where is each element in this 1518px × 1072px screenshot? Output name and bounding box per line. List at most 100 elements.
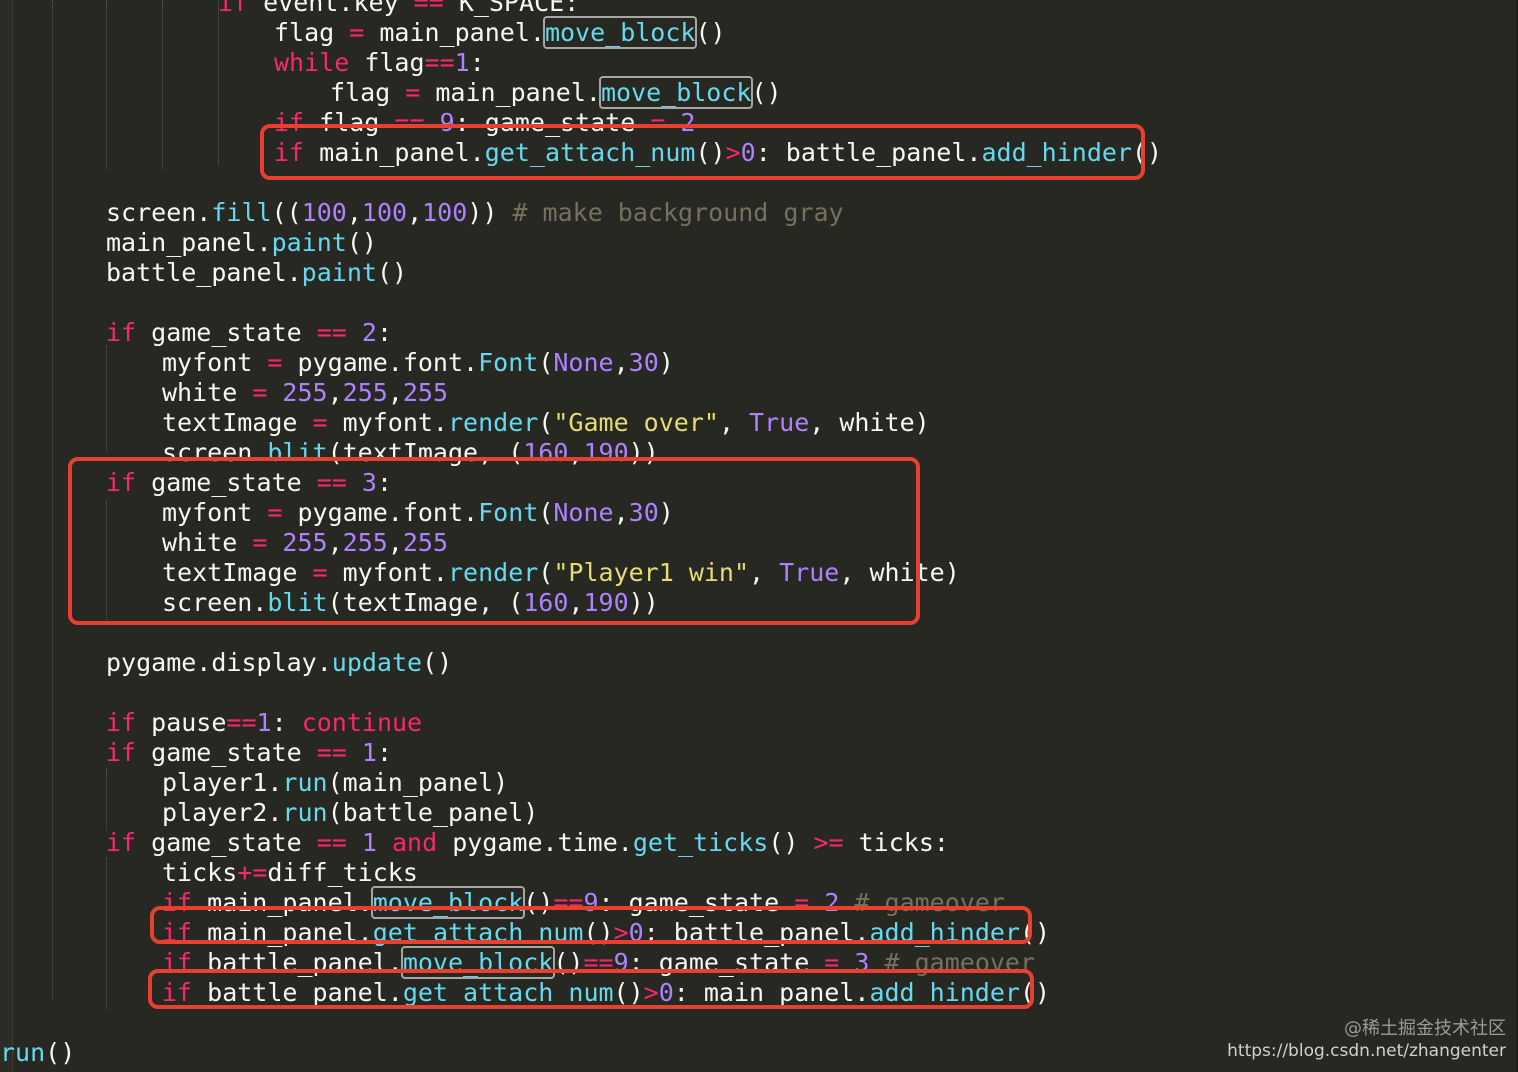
code-token: pause: [151, 708, 227, 737]
code-token: True: [749, 408, 810, 437]
code-token: event.key: [263, 0, 414, 17]
code-token: ,: [613, 348, 629, 377]
code-token: if: [106, 318, 152, 347]
code-line[interactable]: myfont = pygame.font.Font(None,30): [162, 348, 674, 378]
code-token: main_panel.: [435, 78, 601, 107]
code-line[interactable]: if game_state == 1:: [106, 738, 392, 768]
code-line[interactable]: textImage = myfont.render("Game over", T…: [162, 408, 930, 438]
code-line[interactable]: if event.key == K_SPACE:: [218, 0, 579, 18]
code-line[interactable]: flag = main_panel.move_block(): [274, 16, 726, 49]
code-token: ,: [387, 378, 403, 407]
code-token: ==: [424, 48, 455, 77]
code-token: (): [768, 828, 814, 857]
code-token: ,: [327, 378, 343, 407]
code-line[interactable]: flag = main_panel.move_block(): [330, 76, 782, 109]
code-token: Font: [478, 348, 539, 377]
code-token: K_SPACE:: [458, 0, 580, 17]
editor-gutter: [0, 0, 13, 1072]
code-token: ((: [271, 198, 302, 227]
code-token: ,: [407, 198, 423, 227]
code-line[interactable]: run(): [0, 1038, 75, 1068]
code-token: =: [267, 348, 298, 377]
code-token: player2.: [162, 798, 283, 827]
code-token: (battle_panel): [327, 798, 539, 827]
indent-guide: [162, 0, 163, 170]
code-token: 1: [454, 48, 470, 77]
code-token: continue: [301, 708, 423, 737]
indent-guide: [106, 346, 107, 452]
code-token: (main_panel): [327, 768, 509, 797]
code-token: 255: [402, 378, 449, 407]
code-token: 1: [361, 738, 377, 767]
code-token: game_state: [151, 738, 317, 767]
code-token: move_block: [542, 16, 698, 49]
code-token: ==: [316, 318, 362, 347]
code-line[interactable]: main_panel.paint(): [106, 228, 377, 258]
code-token: flag: [330, 78, 406, 107]
code-token: and: [392, 828, 453, 857]
code-token: 255: [342, 378, 388, 407]
code-token: (): [346, 228, 377, 257]
watermark-brand: @稀土掘金技术社区: [1344, 1018, 1506, 1039]
code-token: =: [252, 378, 283, 407]
annotated-block-game-state-3: [68, 457, 920, 625]
code-line[interactable]: ticks+=diff_ticks: [162, 858, 418, 888]
code-token: battle_panel.: [106, 258, 302, 287]
code-token: textImage: [162, 408, 313, 437]
watermark: @稀土掘金技术社区 https://blog.csdn.net/zhangent…: [1227, 1018, 1506, 1062]
code-token: player1.: [162, 768, 283, 797]
watermark-url: https://blog.csdn.net/zhangenter: [1227, 1041, 1506, 1061]
code-token: :: [376, 318, 393, 347]
code-line[interactable]: if game_state == 2:: [106, 318, 392, 348]
code-line[interactable]: battle_panel.paint(): [106, 258, 407, 288]
code-line[interactable]: player2.run(battle_panel): [162, 798, 538, 828]
code-token: screen.: [106, 198, 212, 227]
code-token: while: [274, 48, 365, 77]
code-token: 255: [282, 378, 328, 407]
code-line[interactable]: pygame.display.update(): [106, 648, 452, 678]
code-token: run: [282, 768, 328, 797]
code-token: ==: [316, 738, 362, 767]
code-token: =: [349, 18, 380, 47]
code-token: render: [447, 408, 539, 437]
code-line[interactable]: if game_state == 1 and pygame.time.get_t…: [106, 828, 949, 858]
code-token: get_ticks: [632, 828, 769, 857]
code-token: 1: [361, 828, 392, 857]
code-token: (): [422, 648, 453, 677]
code-token: ==: [226, 708, 257, 737]
code-token: paint: [271, 228, 347, 257]
code-token: (: [538, 408, 554, 437]
code-token: (): [45, 1038, 76, 1067]
code-token: >=: [813, 828, 859, 857]
code-editor[interactable]: if event.key == K_SPACE: flag = main_pane…: [0, 0, 1518, 1072]
annotated-line-main-add-hinder: [150, 906, 1032, 944]
code-line[interactable]: while flag==1:: [274, 48, 485, 78]
code-token: update: [331, 648, 423, 677]
annotated-line-battle-add-hinder: [148, 969, 1034, 1009]
code-token: run: [282, 798, 328, 827]
code-token: white: [162, 378, 253, 407]
code-line[interactable]: screen.fill((100,100,100)) # make backgr…: [106, 198, 844, 228]
code-token: (): [376, 258, 408, 287]
code-token: if: [106, 738, 152, 767]
code-token: pygame.time.: [452, 828, 633, 857]
code-token: myfont.: [342, 408, 448, 437]
code-token: )): [467, 198, 513, 227]
code-token: if: [106, 708, 152, 737]
code-token: ,: [346, 198, 362, 227]
code-token: game_state: [151, 318, 317, 347]
code-token: ticks: [162, 858, 238, 887]
code-line[interactable]: player1.run(main_panel): [162, 768, 508, 798]
code-token: flag: [364, 48, 425, 77]
indent-guide: [106, 0, 107, 170]
code-token: game_state: [151, 828, 317, 857]
code-token: pygame.font.: [297, 348, 479, 377]
code-line[interactable]: if pause==1: continue: [106, 708, 422, 738]
code-line[interactable]: white = 255,255,255: [162, 378, 448, 408]
code-token: fill: [211, 198, 272, 227]
code-token: # make background gray: [512, 198, 844, 227]
code-token: 30: [628, 348, 659, 377]
code-token: =: [312, 408, 343, 437]
code-token: 2: [361, 318, 377, 347]
code-token: 1: [256, 708, 272, 737]
